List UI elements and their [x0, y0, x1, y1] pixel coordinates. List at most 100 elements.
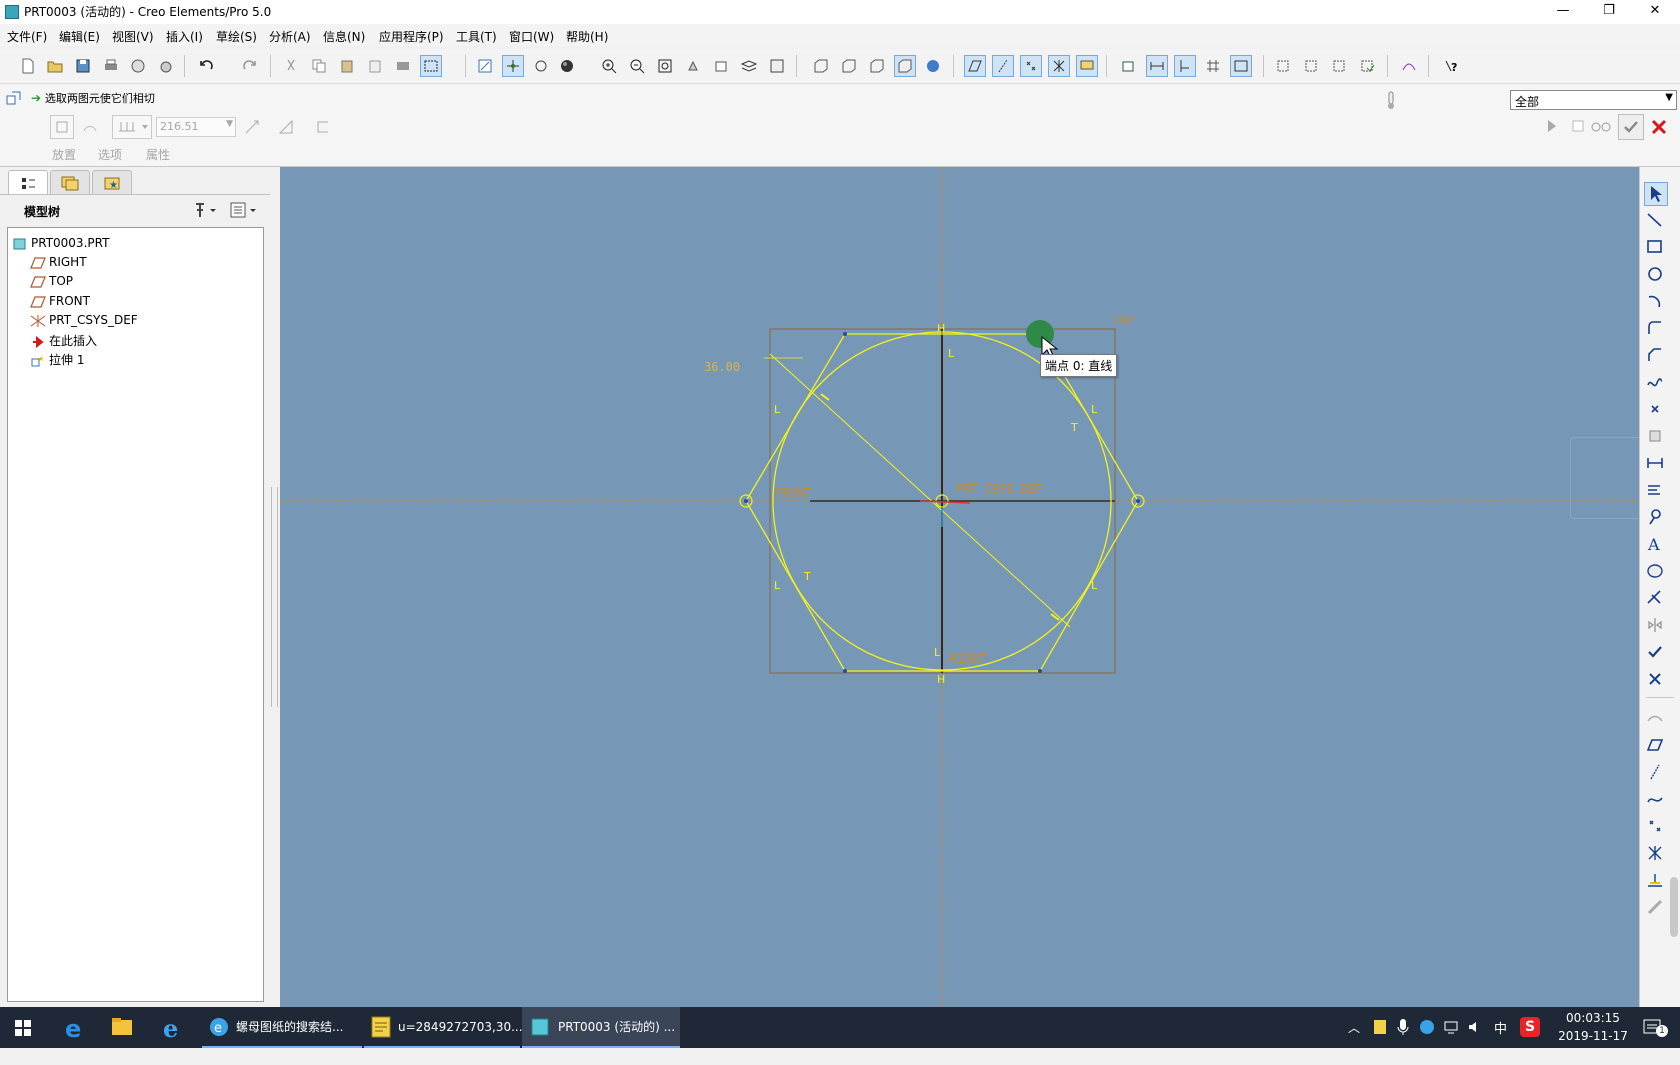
- disp-grid-icon[interactable]: [1202, 55, 1224, 77]
- thicken-icon[interactable]: [313, 117, 333, 137]
- panel-splitter[interactable]: [271, 487, 278, 707]
- menu-insert[interactable]: 插入(I): [166, 28, 203, 45]
- point-icon[interactable]: [1644, 398, 1666, 420]
- minimize-button[interactable]: —: [1540, 0, 1586, 24]
- datum-axis-tool-icon[interactable]: [1644, 761, 1666, 783]
- edge-browser-icon[interactable]: e: [54, 1007, 94, 1048]
- csys-tool-icon[interactable]: [1644, 842, 1666, 864]
- datum-planes-icon[interactable]: [964, 55, 986, 77]
- send-mail-icon[interactable]: [127, 55, 149, 77]
- tab-placement[interactable]: 放置: [52, 146, 76, 163]
- disp-constraints-icon[interactable]: [1174, 55, 1196, 77]
- tab-model-tree[interactable]: [8, 170, 48, 195]
- tab-folder-browser[interactable]: [50, 170, 90, 195]
- select-arrow-icon[interactable]: [1644, 182, 1668, 206]
- line-icon[interactable]: [1644, 209, 1666, 231]
- rectangle-icon[interactable]: [1644, 236, 1666, 258]
- paste-icon[interactable]: [336, 55, 358, 77]
- arc-icon[interactable]: [1644, 290, 1666, 312]
- sketch-setup-icon[interactable]: [1118, 55, 1140, 77]
- context-help-icon[interactable]: ?: [1440, 55, 1462, 77]
- dashboard-mode-icon[interactable]: [6, 90, 22, 106]
- restore-button[interactable]: ❐: [1586, 0, 1632, 24]
- menu-edit[interactable]: 编辑(E): [59, 28, 100, 45]
- wireframe-icon[interactable]: [810, 55, 832, 77]
- layers-icon[interactable]: [738, 55, 760, 77]
- mail-link-icon[interactable]: [155, 55, 177, 77]
- tree-columns-icon[interactable]: [228, 199, 260, 221]
- analysis-tool-icon[interactable]: [1644, 869, 1666, 891]
- circle-icon[interactable]: [1644, 263, 1666, 285]
- clock-date[interactable]: 2019-11-17: [1548, 1029, 1638, 1043]
- datum-plane-tool-icon[interactable]: [1644, 734, 1666, 756]
- redo-icon[interactable]: [238, 55, 260, 77]
- done-check-icon[interactable]: [1644, 641, 1666, 663]
- volume-icon[interactable]: [1466, 1018, 1484, 1036]
- tree-item-right[interactable]: RIGHT: [30, 255, 87, 273]
- menu-sketch[interactable]: 草绘(S): [216, 28, 257, 45]
- verify-checkbox-icon[interactable]: [1570, 118, 1586, 134]
- notification-center-icon[interactable]: 1: [1642, 1017, 1668, 1039]
- cancel-feature-button[interactable]: [1648, 116, 1670, 138]
- new-file-icon[interactable]: [17, 55, 39, 77]
- toolbar-scrollbar[interactable]: [1670, 877, 1678, 937]
- copy-icon[interactable]: [308, 55, 330, 77]
- mirror-icon[interactable]: [1644, 614, 1666, 636]
- menu-info[interactable]: 信息(N): [323, 28, 365, 45]
- constraints-display-icon[interactable]: [502, 55, 524, 77]
- menu-applications[interactable]: 应用程序(P): [379, 28, 444, 45]
- sketch-diagnose-icon[interactable]: [1398, 55, 1420, 77]
- chamfer-icon[interactable]: [1644, 344, 1666, 366]
- tree-item-part[interactable]: PRT0003.PRT: [12, 236, 109, 254]
- csys-display-icon[interactable]: [1048, 55, 1070, 77]
- taskbar-item-browser-search[interactable]: e 螺母图纸的搜索结...: [202, 1007, 362, 1048]
- flip-direction-icon[interactable]: [242, 117, 262, 137]
- browser-tray-icon[interactable]: [1418, 1018, 1436, 1036]
- tray-expand-icon[interactable]: ︿: [1348, 1019, 1360, 1036]
- fillet-icon[interactable]: [1644, 317, 1666, 339]
- use-edge-icon[interactable]: [1644, 425, 1666, 447]
- datum-points-icon[interactable]: [1020, 55, 1042, 77]
- play-preview-icon[interactable]: [1544, 118, 1560, 134]
- spin-center-icon[interactable]: [530, 55, 552, 77]
- enhanced-realism-icon[interactable]: [922, 55, 944, 77]
- depth-option-button[interactable]: [112, 115, 152, 139]
- datum-axes-icon[interactable]: [992, 55, 1014, 77]
- datum-curve-icon[interactable]: [1644, 707, 1666, 729]
- clock-time[interactable]: 00:03:15: [1548, 1011, 1638, 1025]
- tray-app-icon[interactable]: [1372, 1018, 1388, 1036]
- menu-window[interactable]: 窗口(W): [509, 28, 554, 45]
- shading-sphere-icon[interactable]: [556, 55, 578, 77]
- zoom-out-icon[interactable]: [626, 55, 648, 77]
- regenerate-icon[interactable]: [392, 55, 414, 77]
- trim-icon[interactable]: [1644, 587, 1666, 609]
- text-icon[interactable]: A: [1644, 533, 1666, 555]
- paste-special-icon[interactable]: [364, 55, 386, 77]
- disp-vertices-icon[interactable]: [1230, 55, 1252, 77]
- dimension-icon[interactable]: [1644, 452, 1666, 474]
- remove-material-icon[interactable]: [276, 117, 296, 137]
- filter-select[interactable]: 全部 ▼: [1510, 90, 1677, 110]
- confirm-feature-button[interactable]: [1618, 114, 1644, 140]
- menu-tools[interactable]: 工具(T): [456, 28, 497, 45]
- no-hidden-icon[interactable]: [866, 55, 888, 77]
- refit-icon[interactable]: [654, 55, 676, 77]
- undo-icon[interactable]: [196, 55, 218, 77]
- zoom-in-icon[interactable]: [598, 55, 620, 77]
- close-window-button[interactable]: ✕: [1632, 0, 1678, 24]
- menu-help[interactable]: 帮助(H): [566, 28, 608, 45]
- view-manager-icon[interactable]: [766, 55, 788, 77]
- shade-closed-icon[interactable]: [1272, 55, 1294, 77]
- datum-point-tool-icon[interactable]: [1644, 815, 1666, 837]
- cut-icon[interactable]: [280, 55, 302, 77]
- disp-dimensions-icon[interactable]: [1146, 55, 1168, 77]
- tree-item-csys[interactable]: PRT_CSYS_DEF: [30, 313, 138, 331]
- menu-analysis[interactable]: 分析(A): [269, 28, 311, 45]
- saved-views-icon[interactable]: [710, 55, 732, 77]
- tree-item-front[interactable]: FRONT: [30, 294, 90, 312]
- tree-item-top[interactable]: TOP: [30, 274, 73, 292]
- palette-icon[interactable]: [1644, 560, 1666, 582]
- quit-x-icon[interactable]: [1644, 668, 1666, 690]
- annotation-display-icon[interactable]: [1076, 55, 1098, 77]
- menu-file[interactable]: 文件(F): [7, 28, 47, 45]
